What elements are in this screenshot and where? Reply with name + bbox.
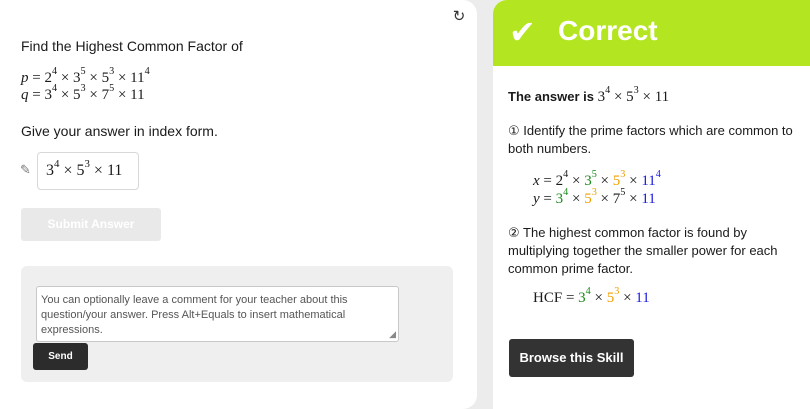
comment-textarea[interactable]: You can optionally leave a comment for y… xyxy=(36,286,399,342)
resize-handle-icon[interactable]: ◢ xyxy=(389,330,396,339)
question-panel: ↻ Find the Highest Common Factor of p = … xyxy=(0,0,477,409)
correct-banner: ✔ Correct xyxy=(493,0,810,66)
status-text: Correct xyxy=(558,15,658,46)
checkmark-icon: ✔ xyxy=(509,14,536,50)
answer-summary: The answer is 34 × 53 × 11 xyxy=(508,85,670,105)
hcf-result: HCF = 34 × 53 × 11 xyxy=(533,286,650,306)
submit-answer-button[interactable]: Submit Answer xyxy=(21,208,161,241)
send-button[interactable]: Send xyxy=(33,343,88,370)
instruction-text: Give your answer in index form. xyxy=(21,123,218,139)
question-title: Find the Highest Common Factor of xyxy=(21,38,243,54)
answer-input[interactable]: 34 × 53 × 11 xyxy=(37,152,139,190)
factor-equations: x = 24 × 35 × 53 × 114 y = 34 × 53 × 75 … xyxy=(533,170,661,208)
question-equations: p = 24 × 35 × 53 × 114 q = 34 × 53 × 75 … xyxy=(21,67,150,104)
feedback-panel: ✔ Correct The answer is 34 × 53 × 11 ① I… xyxy=(493,0,810,409)
browse-skill-button[interactable]: Browse this Skill xyxy=(509,339,634,377)
step-1-text: ① Identify the prime factors which are c… xyxy=(508,123,793,156)
comment-panel: You can optionally leave a comment for y… xyxy=(21,266,453,382)
refresh-icon[interactable]: ↻ xyxy=(452,9,466,24)
equation-q: q = 34 × 53 × 75 × 11 xyxy=(21,83,145,103)
equation-y: y = 34 × 53 × 75 × 11 xyxy=(533,187,656,207)
comment-placeholder: You can optionally leave a comment for y… xyxy=(41,294,348,336)
step-2-text: ② The highest common factor is found by … xyxy=(508,225,778,276)
pencil-icon: ✎ xyxy=(20,162,31,177)
